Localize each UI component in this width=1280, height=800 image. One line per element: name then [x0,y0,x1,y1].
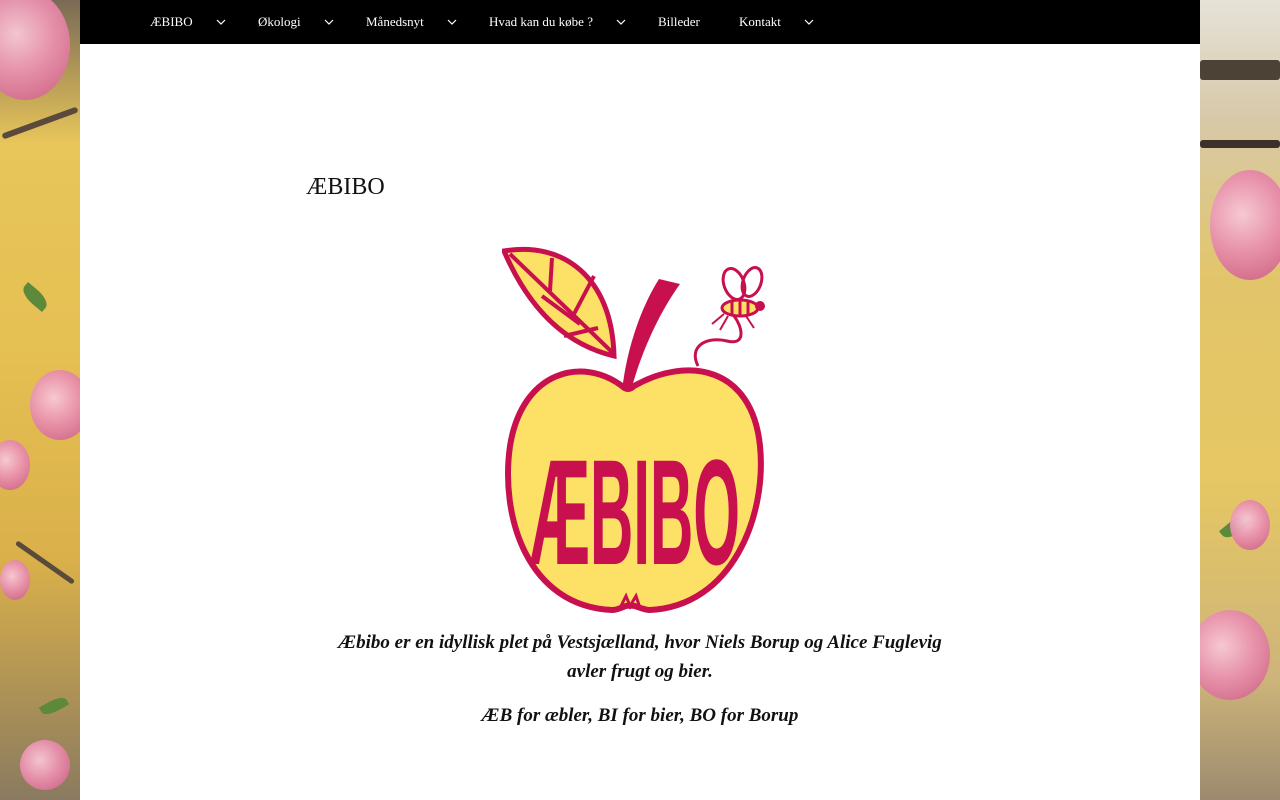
chevron-down-icon[interactable] [214,0,228,44]
nav-item-billeder[interactable]: Billeder [658,0,700,44]
apple-bee-logo: ÆBIBO [500,246,792,616]
logo-text: ÆBIBO [530,428,740,596]
nav-item-aebibo[interactable]: ÆBIBO [150,0,193,44]
page-container: ÆBIBO Økologi Månedsnyt Hvad kan du købe… [80,0,1200,800]
background-blossom-left [0,0,80,800]
nav-item-okologi[interactable]: Økologi [258,0,301,44]
intro-text: Æbibo er en idyllisk plet på Vestsjællan… [338,632,942,682]
chevron-down-icon[interactable] [445,0,459,44]
chevron-down-icon[interactable] [614,0,628,44]
main-navigation: ÆBIBO Økologi Månedsnyt Hvad kan du købe… [80,0,1200,44]
nav-item-kontakt[interactable]: Kontakt [739,0,781,44]
site-title[interactable]: ÆBIBO [306,174,385,201]
tagline-text: ÆB for æbler, BI for bier, BO for Borup [481,705,799,726]
background-blossom-right [1200,0,1280,800]
nav-item-hvad-kan-du-kobe[interactable]: Hvad kan du købe ? [489,0,593,44]
chevron-down-icon[interactable] [322,0,336,44]
nav-item-manedsnyt[interactable]: Månedsnyt [366,0,424,44]
chevron-down-icon[interactable] [802,0,816,44]
